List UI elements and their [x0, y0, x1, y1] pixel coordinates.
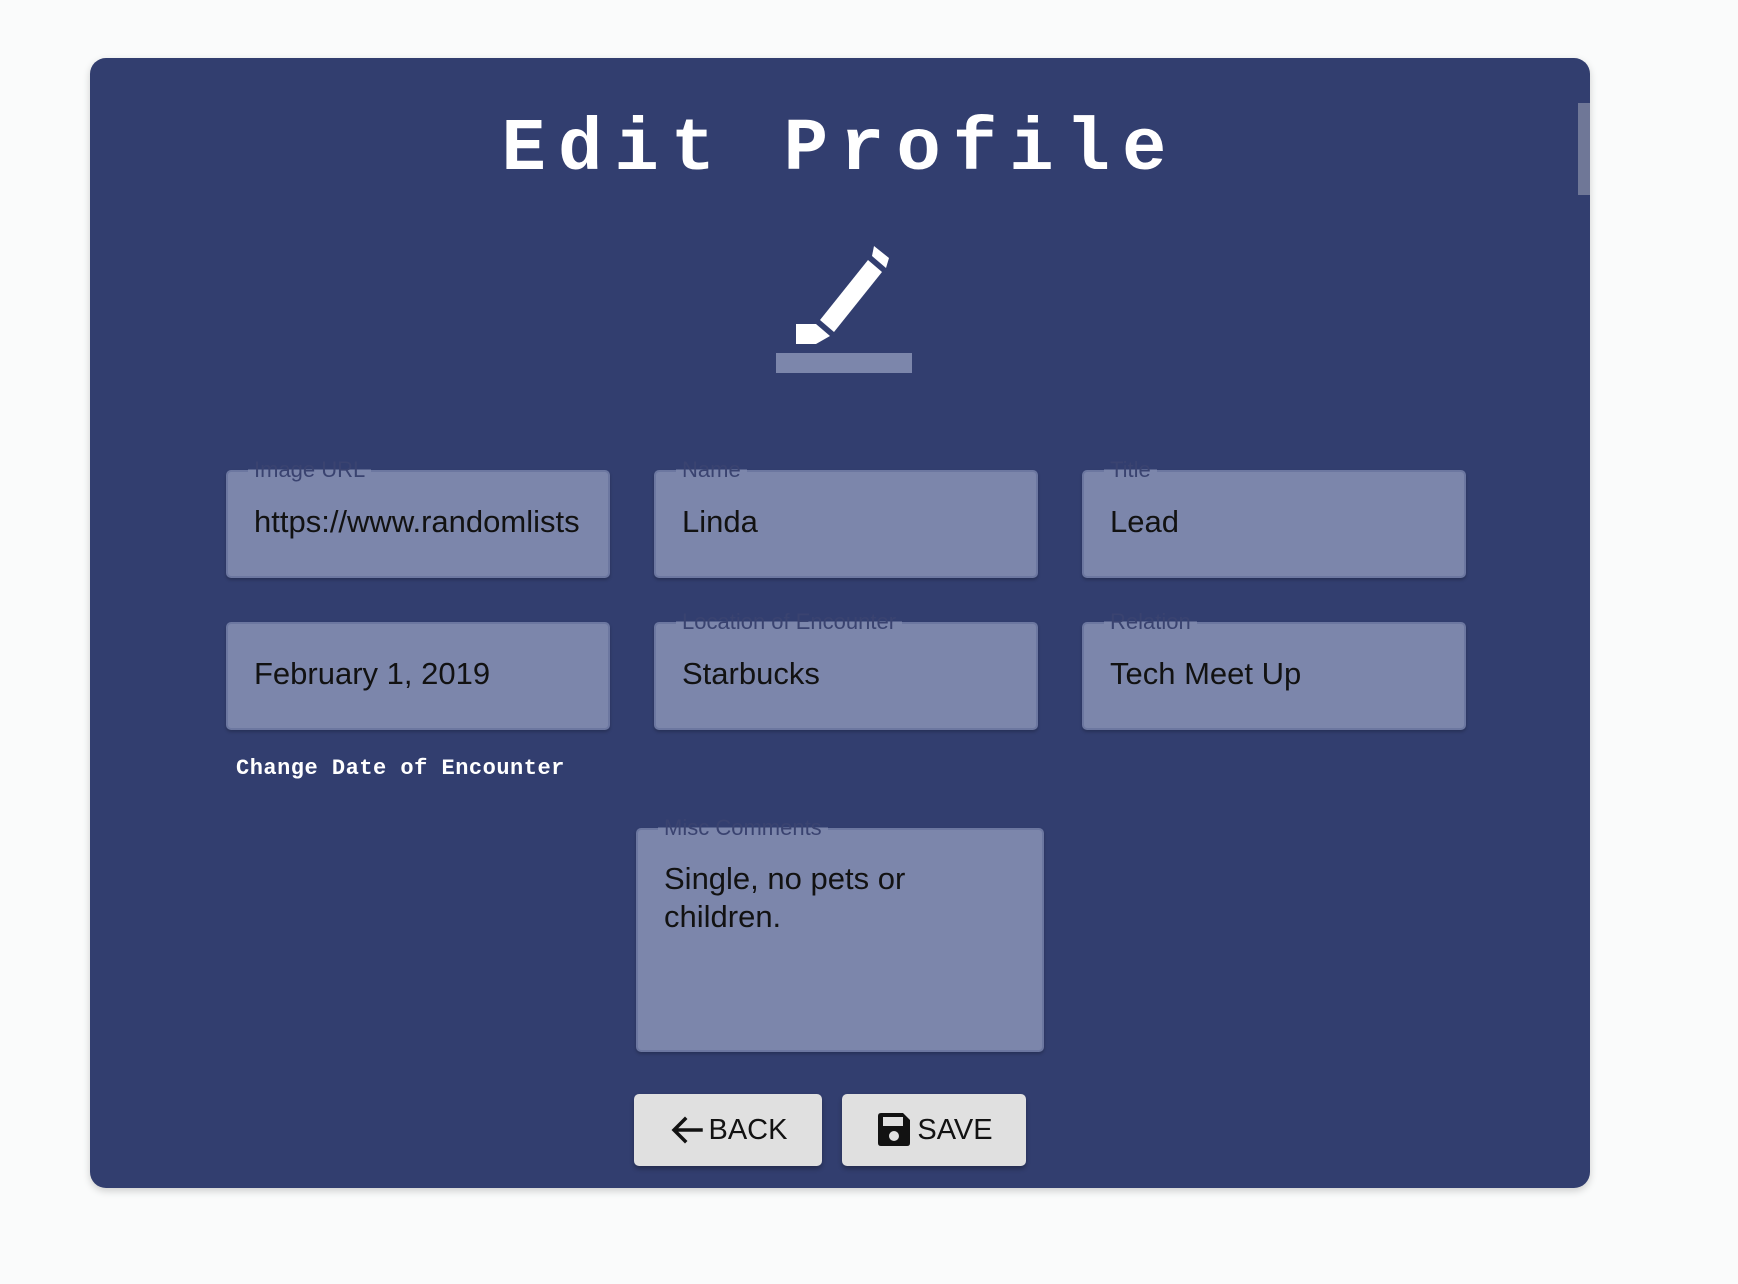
name-field[interactable]: Name Linda — [654, 456, 1038, 578]
page-title: Edit Profile — [501, 108, 1179, 192]
location-value: Starbucks — [682, 656, 820, 691]
image-url-field[interactable]: Image URL https://www.randomlists.com — [226, 456, 610, 578]
date-of-encounter-value: February 1, 2019 — [254, 656, 491, 691]
title-field[interactable]: Title Lead — [1082, 456, 1466, 578]
change-date-link[interactable]: Change Date of Encounter — [236, 756, 565, 781]
title-value: Lead — [1110, 504, 1179, 539]
edit-pencil-icon — [776, 246, 912, 373]
title-label: Title — [1104, 456, 1157, 484]
misc-comments-value: Single, no pets or children. — [664, 861, 906, 934]
floppy-disk-icon — [878, 1113, 911, 1146]
date-of-encounter-field[interactable]: February 1, 2019 — [226, 622, 610, 730]
misc-comments-label: Misc Comments — [658, 814, 828, 842]
relation-field[interactable]: Relation Tech Meet Up — [1082, 608, 1466, 730]
name-value: Linda — [682, 504, 758, 539]
image-url-value: https://www.randomlists.com — [254, 504, 582, 539]
location-field[interactable]: Location of Encounter Starbucks — [654, 608, 1038, 730]
misc-comments-field[interactable]: Misc Comments Single, no pets or childre… — [636, 814, 1044, 1052]
back-button-label: BACK — [708, 1113, 788, 1146]
relation-value: Tech Meet Up — [1110, 656, 1302, 691]
edit-profile-card: Edit Profile Image URL https://www.rando… — [90, 58, 1590, 1188]
save-button[interactable]: SAVE — [842, 1094, 1026, 1166]
name-label: Name — [676, 456, 747, 484]
arrow-left-icon — [671, 1116, 703, 1144]
image-url-label: Image URL — [248, 456, 372, 484]
back-button[interactable]: BACK — [634, 1094, 822, 1166]
save-button-label: SAVE — [917, 1113, 993, 1146]
location-label: Location of Encounter — [676, 608, 903, 636]
relation-label: Relation — [1104, 608, 1197, 636]
